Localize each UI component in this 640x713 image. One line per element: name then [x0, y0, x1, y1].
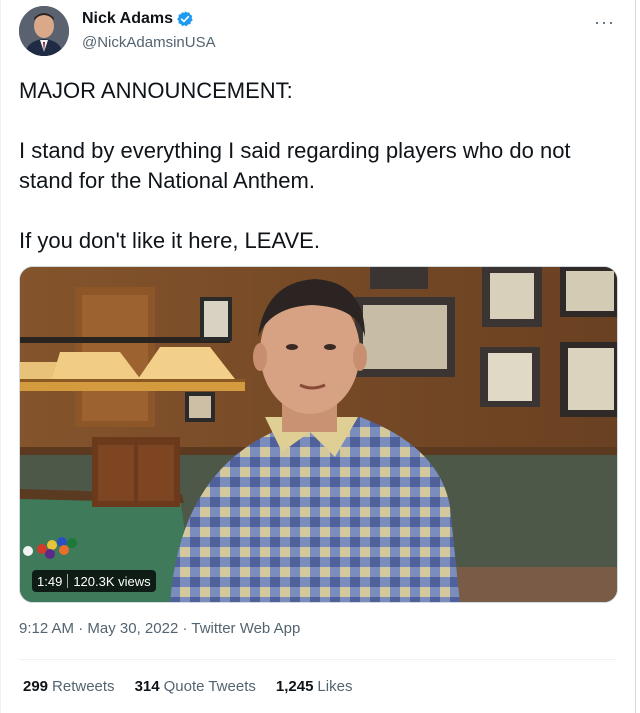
- author-name[interactable]: Nick Adams: [82, 10, 173, 28]
- retweets-link[interactable]: 299 Retweets: [23, 678, 115, 695]
- video-frame: [20, 267, 617, 602]
- video-stats-badge: 1:49 120.3K views: [32, 570, 156, 592]
- tweet-card: Nick Adams @NickAdamsinUSA ··· MAJOR ANN…: [0, 0, 636, 713]
- retweets-count: 299: [23, 678, 49, 695]
- badge-divider: [67, 574, 69, 588]
- author-handle[interactable]: @NickAdamsinUSA: [82, 34, 216, 51]
- quote-tweets-link[interactable]: 314 Quote Tweets: [135, 678, 256, 695]
- likes-count: 1,245: [275, 678, 314, 695]
- tweet-paragraph: If you don't like it here, LEAVE.: [19, 228, 320, 253]
- quotes-count: 314: [134, 678, 160, 695]
- tweet-time[interactable]: 9:12 AM: [19, 620, 74, 637]
- tweet-metadata: 9:12 AM · May 30, 2022 · Twitter Web App: [19, 620, 300, 637]
- quotes-label: Quote Tweets: [163, 678, 256, 695]
- meta-separator: ·: [74, 620, 88, 637]
- meta-separator: ·: [178, 620, 192, 637]
- more-options-icon[interactable]: ···: [594, 12, 615, 33]
- retweets-label: Retweets: [52, 678, 115, 695]
- video-views: 120.3K views: [73, 573, 151, 589]
- likes-link[interactable]: 1,245 Likes: [276, 678, 353, 695]
- tweet-header: Nick Adams @NickAdamsinUSA ···: [19, 6, 615, 62]
- author-name-row: Nick Adams: [82, 10, 194, 28]
- divider: [19, 659, 617, 660]
- verified-badge-icon: [176, 10, 194, 28]
- tweet-text: MAJOR ANNOUNCEMENT: I stand by everythin…: [19, 76, 619, 256]
- tweet-source[interactable]: Twitter Web App: [191, 620, 300, 637]
- likes-label: Likes: [317, 678, 353, 695]
- tweet-date[interactable]: May 30, 2022: [87, 620, 178, 637]
- video-duration: 1:49: [37, 573, 63, 589]
- tweet-paragraph: MAJOR ANNOUNCEMENT:: [19, 78, 293, 103]
- avatar[interactable]: [19, 6, 69, 56]
- engagement-stats: 299 Retweets 314 Quote Tweets 1,245 Likes: [23, 678, 372, 695]
- video-player[interactable]: 1:49 120.3K views: [19, 266, 618, 603]
- tweet-paragraph: I stand by everything I said regarding p…: [19, 138, 571, 193]
